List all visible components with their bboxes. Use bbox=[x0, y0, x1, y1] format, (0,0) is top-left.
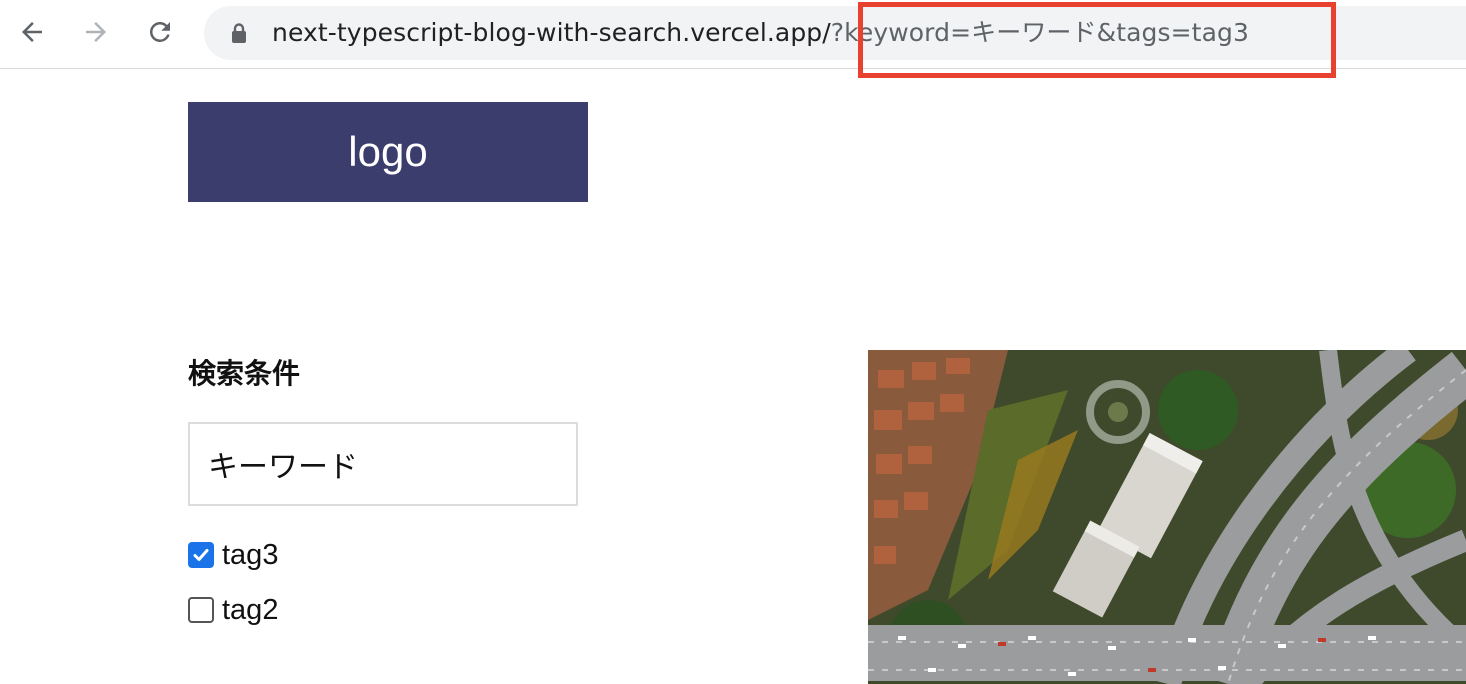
aerial-city-highway-photo bbox=[868, 350, 1466, 684]
checkmark-icon bbox=[193, 549, 209, 561]
site-logo[interactable]: logo bbox=[188, 102, 588, 202]
browser-toolbar: next-typescript-blog-with-search.vercel.… bbox=[0, 0, 1466, 78]
arrow-right-icon bbox=[86, 22, 106, 42]
tag2-label: tag2 bbox=[222, 593, 279, 626]
arrow-left-icon bbox=[22, 22, 42, 42]
hero-image bbox=[868, 350, 1466, 684]
url-host: next-typescript-blog-with-search.vercel.… bbox=[272, 18, 831, 47]
forward-button[interactable] bbox=[78, 14, 114, 50]
back-button[interactable] bbox=[14, 14, 50, 50]
lock-icon bbox=[232, 23, 246, 43]
tag3-label: tag3 bbox=[222, 538, 279, 571]
tag3-checkbox[interactable] bbox=[188, 542, 214, 568]
search-conditions-heading: 検索条件 bbox=[188, 357, 301, 390]
url-query-highlight-box bbox=[858, 2, 1336, 78]
tag-option-tag2[interactable]: tag2 bbox=[188, 593, 278, 627]
logo-text: logo bbox=[348, 128, 428, 175]
reload-button[interactable] bbox=[142, 14, 178, 50]
tag2-checkbox[interactable] bbox=[188, 597, 214, 623]
keyword-input[interactable] bbox=[188, 422, 578, 506]
tag-option-tag3[interactable]: tag3 bbox=[188, 538, 278, 572]
reload-icon bbox=[149, 21, 170, 42]
